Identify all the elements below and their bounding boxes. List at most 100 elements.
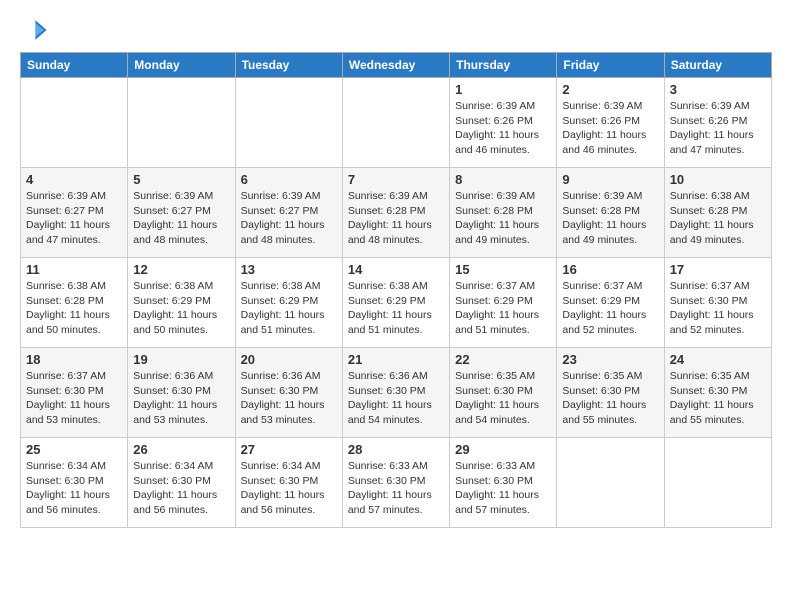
calendar-cell: 20 Sunrise: 6:36 AMSunset: 6:30 PMDayligh…	[235, 348, 342, 438]
day-number: 23	[562, 352, 658, 367]
day-info: Sunrise: 6:36 AMSunset: 6:30 PMDaylight:…	[241, 369, 337, 428]
day-info: Sunrise: 6:35 AMSunset: 6:30 PMDaylight:…	[455, 369, 551, 428]
calendar-cell: 18 Sunrise: 6:37 AMSunset: 6:30 PMDayligh…	[21, 348, 128, 438]
day-info: Sunrise: 6:39 AMSunset: 6:27 PMDaylight:…	[241, 189, 337, 248]
calendar-week-row: 25 Sunrise: 6:34 AMSunset: 6:30 PMDayligh…	[21, 438, 772, 528]
calendar-cell: 28Sunrise: 6:33 AMSunset: 6:30 PMDayligh…	[342, 438, 449, 528]
day-info: Sunrise: 6:39 AMSunset: 6:27 PMDaylight:…	[26, 189, 122, 248]
header-area	[20, 16, 772, 44]
calendar-cell: 24Sunrise: 6:35 AMSunset: 6:30 PMDayligh…	[664, 348, 771, 438]
day-number: 15	[455, 262, 551, 277]
day-number: 9	[562, 172, 658, 187]
calendar-week-row: 11 Sunrise: 6:38 AMSunset: 6:28 PMDayligh…	[21, 258, 772, 348]
day-number: 10	[670, 172, 766, 187]
calendar-cell: 16 Sunrise: 6:37 AMSunset: 6:29 PMDayligh…	[557, 258, 664, 348]
calendar-cell: 11 Sunrise: 6:38 AMSunset: 6:28 PMDayligh…	[21, 258, 128, 348]
calendar-header-monday: Monday	[128, 53, 235, 78]
calendar-cell	[21, 78, 128, 168]
day-info: Sunrise: 6:36 AMSunset: 6:30 PMDaylight:…	[348, 369, 444, 428]
calendar-cell: 5 Sunrise: 6:39 AMSunset: 6:27 PMDaylight…	[128, 168, 235, 258]
day-info: Sunrise: 6:39 AMSunset: 6:26 PMDaylight:…	[562, 99, 658, 158]
calendar-cell: 15 Sunrise: 6:37 AMSunset: 6:29 PMDayligh…	[450, 258, 557, 348]
calendar-week-row: 1 Sunrise: 6:39 AMSunset: 6:26 PMDaylight…	[21, 78, 772, 168]
day-number: 22	[455, 352, 551, 367]
calendar-cell: 12 Sunrise: 6:38 AMSunset: 6:29 PMDayligh…	[128, 258, 235, 348]
day-info: Sunrise: 6:38 AMSunset: 6:28 PMDaylight:…	[26, 279, 122, 338]
day-number: 20	[241, 352, 337, 367]
calendar-cell: 1 Sunrise: 6:39 AMSunset: 6:26 PMDaylight…	[450, 78, 557, 168]
calendar-week-row: 4 Sunrise: 6:39 AMSunset: 6:27 PMDaylight…	[21, 168, 772, 258]
day-info: Sunrise: 6:38 AMSunset: 6:28 PMDaylight:…	[670, 189, 766, 248]
calendar-cell: 25 Sunrise: 6:34 AMSunset: 6:30 PMDayligh…	[21, 438, 128, 528]
day-info: Sunrise: 6:33 AMSunset: 6:30 PMDaylight:…	[348, 459, 444, 518]
logo-icon	[20, 16, 48, 44]
day-info: Sunrise: 6:36 AMSunset: 6:30 PMDaylight:…	[133, 369, 229, 428]
day-number: 27	[241, 442, 337, 457]
calendar-cell: 21Sunrise: 6:36 AMSunset: 6:30 PMDayligh…	[342, 348, 449, 438]
calendar-cell	[664, 438, 771, 528]
page: SundayMondayTuesdayWednesdayThursdayFrid…	[0, 0, 792, 612]
day-info: Sunrise: 6:35 AMSunset: 6:30 PMDaylight:…	[562, 369, 658, 428]
day-number: 25	[26, 442, 122, 457]
calendar-cell	[342, 78, 449, 168]
day-number: 24	[670, 352, 766, 367]
calendar: SundayMondayTuesdayWednesdayThursdayFrid…	[20, 52, 772, 528]
day-number: 14	[348, 262, 444, 277]
calendar-week-row: 18 Sunrise: 6:37 AMSunset: 6:30 PMDayligh…	[21, 348, 772, 438]
day-number: 18	[26, 352, 122, 367]
day-info: Sunrise: 6:39 AMSunset: 6:27 PMDaylight:…	[133, 189, 229, 248]
calendar-header-wednesday: Wednesday	[342, 53, 449, 78]
day-info: Sunrise: 6:37 AMSunset: 6:30 PMDaylight:…	[670, 279, 766, 338]
calendar-cell: 4 Sunrise: 6:39 AMSunset: 6:27 PMDaylight…	[21, 168, 128, 258]
day-number: 1	[455, 82, 551, 97]
calendar-cell: 14 Sunrise: 6:38 AMSunset: 6:29 PMDayligh…	[342, 258, 449, 348]
day-info: Sunrise: 6:38 AMSunset: 6:29 PMDaylight:…	[348, 279, 444, 338]
day-info: Sunrise: 6:39 AMSunset: 6:26 PMDaylight:…	[670, 99, 766, 158]
calendar-cell: 8 Sunrise: 6:39 AMSunset: 6:28 PMDaylight…	[450, 168, 557, 258]
calendar-cell: 29 Sunrise: 6:33 AMSunset: 6:30 PMDayligh…	[450, 438, 557, 528]
day-number: 13	[241, 262, 337, 277]
day-number: 4	[26, 172, 122, 187]
day-info: Sunrise: 6:39 AMSunset: 6:26 PMDaylight:…	[455, 99, 551, 158]
day-info: Sunrise: 6:34 AMSunset: 6:30 PMDaylight:…	[241, 459, 337, 518]
logo	[20, 16, 52, 44]
day-number: 17	[670, 262, 766, 277]
day-info: Sunrise: 6:37 AMSunset: 6:30 PMDaylight:…	[26, 369, 122, 428]
day-number: 8	[455, 172, 551, 187]
calendar-cell: 10 Sunrise: 6:38 AMSunset: 6:28 PMDayligh…	[664, 168, 771, 258]
calendar-cell: 22 Sunrise: 6:35 AMSunset: 6:30 PMDayligh…	[450, 348, 557, 438]
day-info: Sunrise: 6:33 AMSunset: 6:30 PMDaylight:…	[455, 459, 551, 518]
day-info: Sunrise: 6:38 AMSunset: 6:29 PMDaylight:…	[241, 279, 337, 338]
day-info: Sunrise: 6:37 AMSunset: 6:29 PMDaylight:…	[455, 279, 551, 338]
day-number: 3	[670, 82, 766, 97]
day-info: Sunrise: 6:38 AMSunset: 6:29 PMDaylight:…	[133, 279, 229, 338]
calendar-cell	[235, 78, 342, 168]
calendar-cell: 19Sunrise: 6:36 AMSunset: 6:30 PMDayligh…	[128, 348, 235, 438]
calendar-header-tuesday: Tuesday	[235, 53, 342, 78]
calendar-cell	[557, 438, 664, 528]
calendar-cell: 6 Sunrise: 6:39 AMSunset: 6:27 PMDaylight…	[235, 168, 342, 258]
day-number: 5	[133, 172, 229, 187]
calendar-cell: 23 Sunrise: 6:35 AMSunset: 6:30 PMDayligh…	[557, 348, 664, 438]
calendar-cell: 17 Sunrise: 6:37 AMSunset: 6:30 PMDayligh…	[664, 258, 771, 348]
calendar-cell	[128, 78, 235, 168]
day-number: 29	[455, 442, 551, 457]
day-number: 2	[562, 82, 658, 97]
calendar-header-saturday: Saturday	[664, 53, 771, 78]
day-info: Sunrise: 6:37 AMSunset: 6:29 PMDaylight:…	[562, 279, 658, 338]
calendar-header-row: SundayMondayTuesdayWednesdayThursdayFrid…	[21, 53, 772, 78]
day-number: 6	[241, 172, 337, 187]
day-info: Sunrise: 6:34 AMSunset: 6:30 PMDaylight:…	[26, 459, 122, 518]
calendar-header-thursday: Thursday	[450, 53, 557, 78]
day-number: 11	[26, 262, 122, 277]
calendar-cell: 3 Sunrise: 6:39 AMSunset: 6:26 PMDaylight…	[664, 78, 771, 168]
calendar-cell: 9 Sunrise: 6:39 AMSunset: 6:28 PMDaylight…	[557, 168, 664, 258]
calendar-cell: 7Sunrise: 6:39 AMSunset: 6:28 PMDaylight…	[342, 168, 449, 258]
calendar-cell: 2 Sunrise: 6:39 AMSunset: 6:26 PMDaylight…	[557, 78, 664, 168]
calendar-header-friday: Friday	[557, 53, 664, 78]
day-number: 16	[562, 262, 658, 277]
calendar-cell: 13 Sunrise: 6:38 AMSunset: 6:29 PMDayligh…	[235, 258, 342, 348]
day-info: Sunrise: 6:39 AMSunset: 6:28 PMDaylight:…	[455, 189, 551, 248]
day-info: Sunrise: 6:39 AMSunset: 6:28 PMDaylight:…	[562, 189, 658, 248]
day-number: 12	[133, 262, 229, 277]
